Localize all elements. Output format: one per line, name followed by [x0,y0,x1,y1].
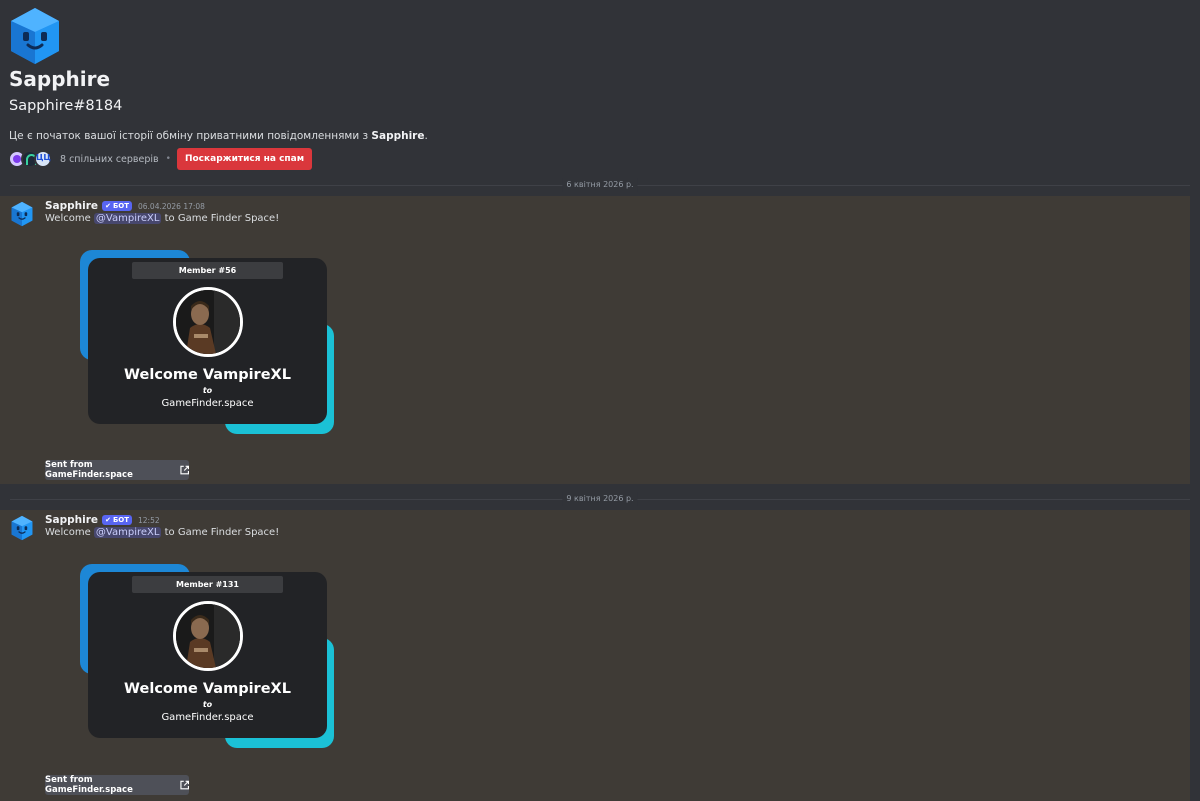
member-number: Member #131 [132,576,283,593]
message-content: Welcome @VampireXL to Game Finder Space! [45,213,279,224]
date-divider: 6 квітня 2026 р. [0,178,1200,192]
message[interactable]: Sapphire ✔ БОТ 12:52 Welcome @VampireXL t… [0,510,1190,801]
card-welcome-text: Welcome VampireXL [124,681,291,697]
author-name[interactable]: Sapphire [45,514,98,526]
sapphire-avatar-icon[interactable] [9,201,35,227]
message-content: Welcome @VampireXL to Game Finder Space! [45,527,279,538]
separator-dot: • [165,154,171,164]
external-link-icon [180,780,189,790]
message-text: Welcome [45,527,94,538]
message-header: Sapphire ✔ БОТ 06.04.2026 17:08 [45,199,205,213]
user-mention[interactable]: @VampireXL [93,213,162,224]
message-timestamp[interactable]: 06.04.2026 17:08 [138,202,205,211]
divider-date: 9 квітня 2026 р. [562,492,638,506]
verified-check-icon: ✔ [105,202,111,210]
user-avatar [173,287,243,357]
character-portrait-icon [176,604,240,668]
sapphire-avatar-icon[interactable] [8,6,62,66]
intro-name: Sapphire [371,130,425,142]
card-front: Member #56 Welcome VampireXL to GameFind… [88,258,327,424]
bot-badge-label: БОТ [112,202,129,210]
character-portrait-icon [176,290,240,354]
intro-suffix: . [424,130,428,142]
verified-check-icon: ✔ [105,516,111,524]
message[interactable]: Sapphire ✔ БОТ 06.04.2026 17:08 Welcome @… [0,196,1190,484]
message-header: Sapphire ✔ БОТ 12:52 [45,513,160,527]
card-front: Member #131 Welcome VampireXL to GameFin… [88,572,327,738]
divider-date: 6 квітня 2026 р. [562,178,638,192]
mutual-servers-link[interactable]: 8 спільних серверів [60,154,159,165]
card-to-text: to [202,700,213,709]
card-welcome-text: Welcome VampireXL [124,367,291,383]
author-name[interactable]: Sapphire [45,200,98,212]
message-text: to Game Finder Space! [161,527,280,538]
bot-badge: ✔ БОТ [102,515,132,525]
sapphire-avatar-icon[interactable] [9,515,35,541]
date-divider: 9 квітня 2026 р. [0,492,1200,506]
sent-from-link-button[interactable]: Sent from GameFinder.space [45,460,189,480]
link-button-label: Sent from GameFinder.space [45,460,133,480]
member-number: Member #56 [132,262,283,279]
intro-prefix: Це є початок вашої історії обміну приват… [9,130,372,142]
card-site-text: GameFinder.space [161,712,254,723]
card-to-text: to [202,386,213,395]
message-text: to Game Finder Space! [161,213,280,224]
profile-name: Sapphire [9,67,111,91]
message-text: Welcome [45,213,94,224]
message-timestamp[interactable]: 12:52 [138,516,160,525]
user-mention[interactable]: @VampireXL [93,527,162,538]
mutual-servers-row: 8 спільних серверів • Поскаржитися на сп… [8,148,313,170]
server-icon[interactable] [34,150,52,168]
welcome-card-image[interactable]: Member #56 Welcome VampireXL to GameFind… [80,250,335,434]
bot-badge: ✔ БОТ [102,201,132,211]
dm-header: Sapphire Sapphire#8184 Це є початок вашо… [0,0,1200,180]
profile-tag: Sapphire#8184 [9,98,123,114]
dm-intro-text: Це є початок вашої історії обміну приват… [9,130,428,142]
link-button-label: Sent from GameFinder.space [45,775,133,795]
sent-from-link-button[interactable]: Sent from GameFinder.space [45,775,189,795]
welcome-card-image[interactable]: Member #131 Welcome VampireXL to GameFin… [80,564,335,748]
external-link-icon [180,465,189,475]
bot-badge-label: БОТ [112,516,129,524]
user-avatar [173,601,243,671]
report-spam-button[interactable]: Поскаржитися на спам [176,148,313,170]
card-site-text: GameFinder.space [161,398,254,409]
